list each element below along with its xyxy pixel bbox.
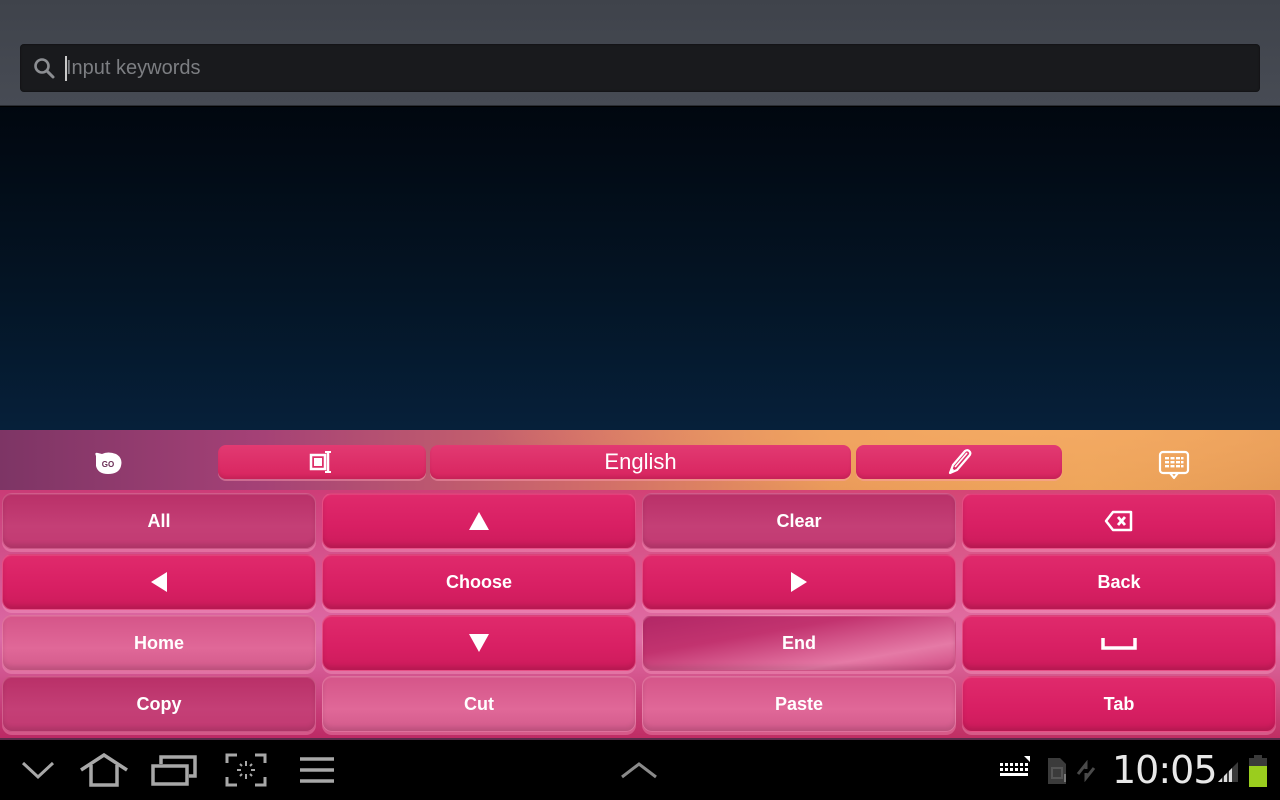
key-label: Choose — [445, 571, 512, 592]
key-label: All — [147, 510, 171, 531]
key-all[interactable]: All — [2, 493, 316, 549]
cursor-select-button[interactable] — [218, 445, 426, 479]
recent-apps-icon — [151, 755, 197, 786]
key-clear[interactable]: Clear — [642, 493, 956, 549]
go-keyboard-logo-icon[interactable]: GO — [92, 450, 124, 476]
screen: GO English — [0, 0, 1280, 800]
arrow-up-icon — [469, 512, 489, 530]
search-header — [0, 0, 1280, 106]
key-label: Clear — [776, 510, 822, 531]
language-label: English — [604, 449, 677, 474]
key-backspace[interactable] — [962, 493, 1276, 549]
hide-keyboard-button[interactable] — [18, 752, 58, 788]
space-icon — [1101, 638, 1137, 650]
key-copy[interactable]: Copy — [2, 676, 316, 732]
pen-icon — [948, 449, 972, 475]
screenshot-icon — [225, 753, 267, 787]
keyboard-menu-icon[interactable] — [1157, 449, 1191, 481]
key-back[interactable]: Back — [962, 554, 1276, 610]
language-button[interactable]: English — [430, 445, 851, 479]
sim-card-icon — [1048, 758, 1066, 784]
search-box[interactable] — [20, 44, 1260, 92]
key-label: Cut — [464, 693, 494, 714]
screenshot-button[interactable] — [224, 752, 268, 788]
search-icon — [34, 58, 55, 79]
key-left[interactable] — [2, 554, 316, 610]
back-hide-keyboard-icon — [21, 761, 55, 780]
key-label: Back — [1097, 571, 1141, 592]
key-cut[interactable]: Cut — [322, 676, 636, 732]
sync-icon — [1076, 760, 1096, 782]
key-label: End — [782, 632, 816, 653]
menu-icon — [300, 757, 334, 783]
key-space[interactable] — [962, 615, 1276, 671]
system-navigation-bar: 10:05 — [0, 738, 1280, 800]
key-end[interactable]: End — [642, 615, 956, 671]
arrow-down-icon — [469, 634, 489, 652]
battery-icon — [1249, 755, 1267, 787]
keyboard-status-icon[interactable] — [998, 754, 1032, 782]
arrow-right-icon — [791, 572, 807, 592]
key-label: Home — [133, 632, 184, 653]
key-tab[interactable]: Tab — [962, 676, 1276, 732]
text-select-icon — [309, 451, 331, 473]
key-up[interactable] — [322, 493, 636, 549]
handwriting-button[interactable] — [856, 445, 1062, 479]
recent-apps-button[interactable] — [150, 752, 198, 788]
key-label: Tab — [1103, 693, 1135, 714]
menu-button[interactable] — [298, 752, 336, 788]
content-area — [0, 107, 1280, 430]
status-clock: 10:05 — [1112, 748, 1218, 792]
home-button[interactable] — [78, 752, 130, 788]
key-choose[interactable]: Choose — [322, 554, 636, 610]
home-icon — [80, 753, 128, 787]
key-right[interactable] — [642, 554, 956, 610]
expand-tray-button[interactable] — [618, 752, 660, 788]
key-home[interactable]: Home — [2, 615, 316, 671]
key-paste[interactable]: Paste — [642, 676, 956, 732]
chevron-up-icon — [621, 762, 657, 779]
search-input[interactable] — [66, 44, 1236, 92]
key-label: Copy — [136, 693, 182, 714]
backspace-icon — [1104, 510, 1133, 532]
go-logo-text: GO — [102, 460, 114, 469]
arrow-left-icon — [151, 572, 167, 592]
signal-strength-icon — [1218, 762, 1238, 782]
key-label: Paste — [774, 693, 824, 714]
key-down[interactable] — [322, 615, 636, 671]
go-keyboard: GO English All Clear Choose Back Home En… — [0, 430, 1280, 738]
